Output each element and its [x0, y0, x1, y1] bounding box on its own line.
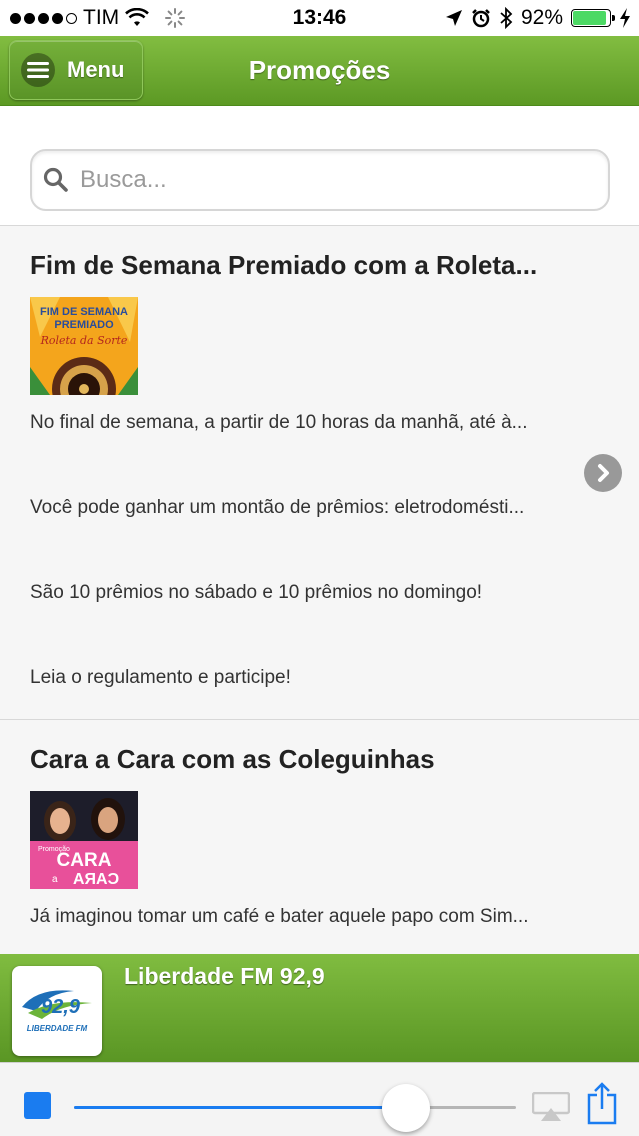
battery-level [573, 11, 607, 25]
bluetooth-icon [500, 7, 513, 29]
promotion-image-cara-a-cara: Promoção CARA a CARA [30, 791, 138, 889]
search-icon [43, 167, 68, 192]
station-logo[interactable]: 92,9 LIBERDADE FM [12, 966, 102, 1056]
image-text-connector: a [52, 874, 58, 885]
battery-icon [571, 9, 615, 27]
search-input[interactable] [80, 166, 580, 194]
search-box[interactable] [30, 149, 610, 211]
chevron-right-icon[interactable] [584, 454, 622, 492]
promotion-title: Fim de Semana Premiado com a Roleta... [30, 250, 538, 280]
search-area [0, 106, 639, 226]
promotions-list: Fim de Semana Premiado com a Roleta... F… [0, 226, 639, 954]
logo-number: 92,9 [41, 996, 81, 1018]
airplay-icon[interactable] [532, 1092, 570, 1122]
volume-slider-fill [74, 1106, 406, 1109]
app-screen: TIM 13:46 92% Menu Promoções Busca... Fi… [0, 0, 639, 1136]
alarm-clock-icon [472, 9, 490, 28]
app-header: Menu Promoções [0, 36, 639, 106]
station-name: Liberdade FM 92,9 [124, 963, 325, 989]
image-text-word1: CARA [57, 850, 112, 871]
status-right: 92% [445, 6, 631, 30]
battery-percentage: 92% [520, 6, 563, 29]
status-bar: TIM 13:46 92% [0, 0, 639, 36]
logo-text: LIBERDADE FM [27, 1024, 88, 1033]
charging-bolt-icon [620, 8, 630, 28]
promotion-text: Já imaginou tomar um café e bater aquele… [30, 906, 529, 927]
promotion-item[interactable]: Fim de Semana Premiado com a Roleta... F… [0, 226, 639, 720]
image-text-line1: FIM DE SEMANA [40, 306, 128, 318]
promotion-image-roleta: FIM DE SEMANA PREMIADO Roleta da Sorte [30, 297, 138, 395]
stop-button[interactable] [24, 1092, 51, 1119]
promotion-text: No final de semana, a partir de 10 horas… [30, 412, 528, 433]
menu-button-label: Menu [67, 57, 125, 82]
menu-button[interactable]: Menu [9, 40, 143, 100]
volume-slider-thumb[interactable] [381, 1084, 430, 1132]
image-text-script: Roleta da Sorte [40, 334, 128, 347]
location-arrow-icon [445, 10, 462, 26]
promotion-text: São 10 prêmios no sábado e 10 prêmios no… [30, 582, 483, 603]
image-text-word2: CARA [72, 871, 119, 888]
radio-player-bar: 92,9 LIBERDADE FM Liberdade FM 92,9 [0, 954, 639, 1062]
promotion-title: Cara a Cara com as Coleguinhas [30, 744, 435, 774]
image-text-line2: PREMIADO [54, 319, 114, 331]
hamburger-icon [21, 53, 55, 87]
playback-controls [0, 1062, 639, 1136]
promotion-text: Você pode ganhar um montão de prêmios: e… [30, 497, 525, 518]
share-icon[interactable] [586, 1081, 618, 1125]
promotion-item[interactable]: Cara a Cara com as Coleguinhas Promoção … [0, 720, 639, 954]
volume-slider[interactable] [74, 1106, 516, 1109]
